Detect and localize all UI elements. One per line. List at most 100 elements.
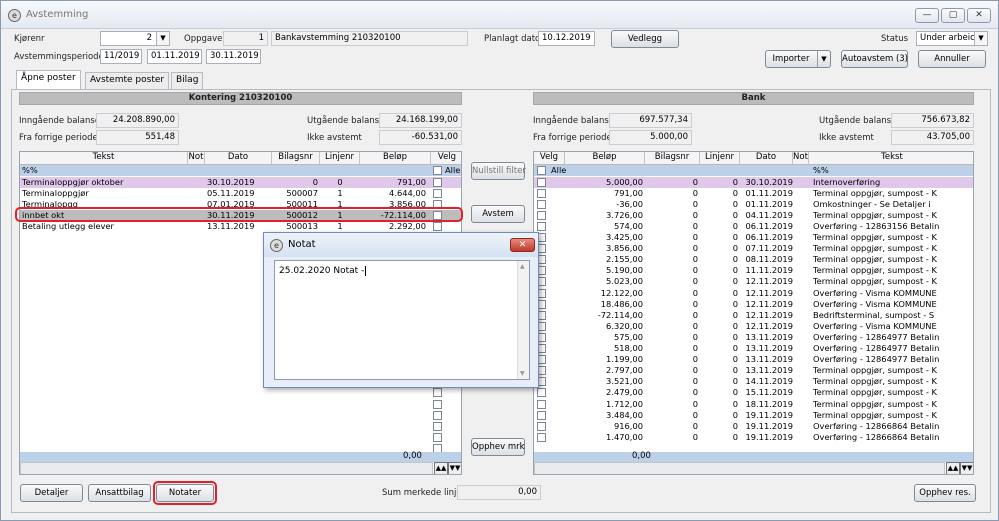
col-bilagsnr[interactable]: Bilagsnr: [645, 152, 700, 164]
col-velg[interactable]: Velg: [431, 152, 461, 164]
right-filter-row[interactable]: Alle %%: [534, 165, 973, 176]
right-grid[interactable]: Velg Beløp Bilagsnr Linjenr Dato Not Tek…: [533, 151, 974, 475]
scroll-up-icon[interactable]: ▲: [520, 263, 525, 270]
velg-checkbox[interactable]: [537, 188, 546, 198]
table-row[interactable]: 916,00 0 0 19.11.2019 Overføring - 12866864 …: [534, 421, 973, 432]
col-bilagsnr[interactable]: Bilagsnr: [272, 152, 320, 164]
chevron-down-icon[interactable]: ▼: [156, 32, 169, 45]
minimize-button[interactable]: —: [915, 8, 939, 23]
table-row[interactable]: 791,00 0 0 01.11.2019 Terminal oppgjør, sump…: [534, 188, 973, 199]
velg-checkbox[interactable]: [433, 421, 442, 431]
velg-checkbox[interactable]: [537, 210, 546, 220]
velg-checkbox[interactable]: [433, 399, 442, 409]
table-row[interactable]: 1.712,00 0 0 18.11.2019 Terminal oppgjør, su…: [534, 399, 973, 410]
velg-checkbox[interactable]: [537, 399, 546, 409]
tab-avstemte-poster[interactable]: Avstemte poster: [85, 72, 170, 89]
alle-checkbox[interactable]: [537, 166, 546, 175]
table-row[interactable]: Terminaloppgjør 05.11.2019 500007 1 4.644,00: [20, 188, 461, 199]
scroll-up-icon[interactable]: ▲▲: [946, 462, 960, 474]
til-dato-input[interactable]: 30.11.2019: [206, 49, 261, 64]
tab-bilag[interactable]: Bilag: [171, 72, 204, 89]
annuller-button[interactable]: Annuller: [918, 50, 986, 68]
left-filter-row[interactable]: %% Alle: [20, 165, 461, 176]
filter-text[interactable]: %%: [20, 165, 40, 176]
avstem-button[interactable]: Avstem: [471, 205, 525, 223]
left-hscrollbar[interactable]: [20, 462, 433, 474]
notat-textarea[interactable]: 25.02.2020 Notat - ▲ ▼: [274, 260, 530, 380]
importer-button[interactable]: Importer ▼: [765, 50, 831, 68]
velg-checkbox[interactable]: [537, 410, 546, 420]
table-row[interactable]: 3.726,00 0 0 04.11.2019 Terminal oppgjør, su…: [534, 210, 973, 221]
table-row[interactable]: 2.479,00 0 0 15.11.2019 Terminal oppgjør, su…: [534, 387, 973, 398]
close-icon[interactable]: ✕: [510, 238, 535, 252]
velg-checkbox[interactable]: [537, 221, 546, 231]
textarea-scrollbar[interactable]: ▲ ▼: [517, 261, 529, 379]
col-dato[interactable]: Dato: [740, 152, 793, 164]
scroll-down-icon[interactable]: ▼: [520, 370, 525, 377]
table-row[interactable]: 2.155,00 0 0 08.11.2019 Terminal oppgjør, su…: [534, 254, 973, 265]
col-dato[interactable]: Dato: [205, 152, 272, 164]
table-row[interactable]: 18.486,00 0 0 12.11.2019 Overføring - Visma …: [534, 299, 973, 310]
ansattbilag-button[interactable]: Ansattbilag: [88, 484, 151, 502]
right-hscrollbar[interactable]: [534, 462, 945, 474]
periode-input[interactable]: 11/2019: [100, 49, 142, 64]
velg-checkbox[interactable]: [537, 199, 546, 209]
table-row[interactable]: 3.484,00 0 0 19.11.2019 Terminal oppgjør, su…: [534, 410, 973, 421]
table-row[interactable]: 1.199,00 0 0 13.11.2019 Overføring - 1286497…: [534, 354, 973, 365]
kjorenr-select[interactable]: 2 ▼: [100, 31, 170, 46]
chevron-down-icon[interactable]: ▼: [974, 32, 987, 45]
nullstill-filter-button[interactable]: Nullstill filter: [471, 162, 526, 180]
chevron-down-icon[interactable]: ▼: [817, 51, 830, 67]
table-row[interactable]: 1.470,00 0 0 19.11.2019 Overføring - 1286686…: [534, 432, 973, 443]
alle-checkbox[interactable]: [433, 166, 442, 175]
col-linjenr[interactable]: Linjenr: [320, 152, 360, 164]
table-row[interactable]: 5.000,00 0 0 30.10.2019 Internoverføring: [534, 176, 973, 188]
opphev-mrk-button[interactable]: Opphev mrk: [471, 438, 525, 456]
close-button[interactable]: ✕: [967, 8, 991, 23]
table-row[interactable]: 518,00 0 0 13.11.2019 Overføring - 12864977 …: [534, 343, 973, 354]
status-select[interactable]: Under arbeic ▼: [916, 31, 988, 46]
table-row[interactable]: Betaling utlegg elever 13.11.2019 500013 1 2…: [20, 221, 461, 232]
velg-checkbox[interactable]: [433, 188, 442, 198]
scroll-down-icon[interactable]: ▼▼: [448, 462, 461, 474]
table-row[interactable]: 3.521,00 0 0 14.11.2019 Terminal oppgjør, su…: [534, 376, 973, 387]
velg-checkbox[interactable]: [433, 432, 442, 442]
opphev-res-button[interactable]: Opphev res.: [914, 484, 976, 502]
detaljer-button[interactable]: Detaljer: [20, 484, 83, 502]
col-velg[interactable]: Velg: [534, 152, 565, 164]
col-linjenr[interactable]: Linjenr: [700, 152, 740, 164]
col-not[interactable]: Not: [188, 152, 205, 164]
table-row[interactable]: 3.425,00 0 0 06.11.2019 Terminal oppgjør, su…: [534, 232, 973, 243]
col-belop[interactable]: Beløp: [360, 152, 431, 164]
velg-checkbox[interactable]: [537, 421, 546, 431]
velg-checkbox[interactable]: [537, 388, 546, 398]
table-row[interactable]: -72.114,00 0 0 12.11.2019 Bedriftsterminal, …: [534, 310, 973, 321]
tab-apne-poster[interactable]: Åpne poster: [16, 70, 81, 90]
vedlegg-button[interactable]: Vedlegg: [611, 30, 679, 48]
maximize-button[interactable]: ▢: [941, 8, 965, 23]
velg-checkbox[interactable]: [433, 177, 442, 187]
table-row[interactable]: 2.797,00 0 0 13.11.2019 Terminal oppgjør, su…: [534, 365, 973, 376]
table-row[interactable]: 575,00 0 0 13.11.2019 Overføring - 12864977 …: [534, 332, 973, 343]
table-row[interactable]: 5.023,00 0 0 12.11.2019 Terminal oppgjør, su…: [534, 276, 973, 287]
autoavstem-button[interactable]: Autoavstem (3): [841, 50, 908, 68]
table-row[interactable]: Terminaloppgjør oktober 30.10.2019 0 0 791,0…: [20, 176, 461, 188]
velg-checkbox[interactable]: [433, 410, 442, 420]
col-belop[interactable]: Beløp: [565, 152, 645, 164]
table-row[interactable]: 12.122,00 0 0 12.11.2019 Overføring - Visma …: [534, 288, 973, 299]
filter-text[interactable]: %%: [811, 165, 831, 176]
table-row[interactable]: 5.190,00 0 0 11.11.2019 Terminal oppgjør, su…: [534, 265, 973, 276]
table-row[interactable]: 3.856,00 0 0 07.11.2019 Terminal oppgjør, su…: [534, 243, 973, 254]
planlagt-date-input[interactable]: 10.12.2019: [538, 31, 595, 46]
scroll-down-icon[interactable]: ▼▼: [960, 462, 973, 474]
velg-checkbox[interactable]: [433, 221, 442, 231]
scroll-up-icon[interactable]: ▲▲: [434, 462, 448, 474]
table-row[interactable]: -36,00 0 0 01.11.2019 Omkostninger - Se Deta…: [534, 199, 973, 210]
col-not[interactable]: Not: [793, 152, 809, 164]
fra-dato-input[interactable]: 01.11.2019: [147, 49, 202, 64]
col-tekst[interactable]: Tekst: [20, 152, 188, 164]
velg-checkbox[interactable]: [537, 177, 546, 187]
table-row[interactable]: 574,00 0 0 06.11.2019 Overføring - 12863156 …: [534, 221, 973, 232]
table-row[interactable]: 6.320,00 0 0 12.11.2019 Overføring - Visma K…: [534, 321, 973, 332]
velg-checkbox[interactable]: [433, 388, 442, 398]
